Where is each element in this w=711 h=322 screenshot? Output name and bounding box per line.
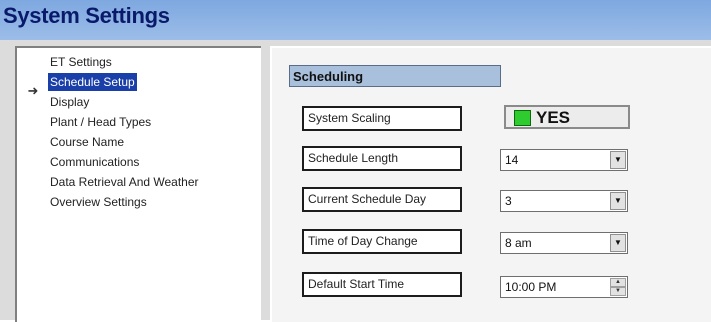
window-title: System Settings (3, 3, 170, 28)
current-schedule-day-value: 3 (505, 194, 512, 208)
time-of-day-change-select[interactable]: 8 am ▼ (500, 232, 628, 254)
nav-item-overview-settings[interactable]: Overview Settings (48, 193, 149, 211)
settings-nav-panel: ➜ ET Settings Schedule Setup Display Pla… (15, 46, 261, 322)
nav-item-data-retrieval-weather[interactable]: Data Retrieval And Weather (48, 173, 201, 191)
right-arrow-icon: ➜ (27, 83, 39, 98)
nav-item-et-settings[interactable]: ET Settings (48, 53, 114, 71)
current-schedule-day-select[interactable]: 3 ▼ (500, 190, 628, 212)
status-indicator-icon (514, 110, 531, 126)
nav-item-plant-head-types[interactable]: Plant / Head Types (48, 113, 153, 131)
nav-item-schedule-setup[interactable]: Schedule Setup (48, 73, 137, 91)
schedule-length-label: Schedule Length (302, 146, 462, 171)
nav-item-communications[interactable]: Communications (48, 153, 141, 171)
schedule-length-value: 14 (505, 153, 519, 167)
nav-item-course-name[interactable]: Course Name (48, 133, 126, 151)
default-start-time-label: Default Start Time (302, 272, 462, 297)
system-scaling-value: YES (536, 108, 571, 127)
scheduling-panel: Scheduling System Scaling YES Schedule L… (270, 46, 711, 322)
spin-up-icon[interactable]: ▲ (610, 278, 626, 287)
title-bar: System Settings (0, 0, 711, 40)
default-start-time-spinner[interactable]: 10:00 PM ▲ ▼ (500, 276, 628, 298)
settings-body: ➜ ET Settings Schedule Setup Display Pla… (0, 40, 711, 322)
schedule-length-select[interactable]: 14 ▼ (500, 149, 628, 171)
system-scaling-label: System Scaling (302, 106, 462, 131)
chevron-down-icon[interactable]: ▼ (610, 192, 626, 210)
system-scaling-toggle[interactable]: YES (504, 105, 630, 129)
spin-down-icon[interactable]: ▼ (610, 287, 626, 296)
time-of-day-change-label: Time of Day Change (302, 229, 462, 254)
chevron-down-icon[interactable]: ▼ (610, 234, 626, 252)
nav-item-display[interactable]: Display (48, 93, 91, 111)
section-header-scheduling: Scheduling (289, 65, 501, 87)
default-start-time-value: 10:00 PM (505, 280, 557, 294)
current-schedule-day-label: Current Schedule Day (302, 187, 462, 212)
chevron-down-icon[interactable]: ▼ (610, 151, 626, 169)
time-of-day-change-value: 8 am (505, 236, 532, 250)
